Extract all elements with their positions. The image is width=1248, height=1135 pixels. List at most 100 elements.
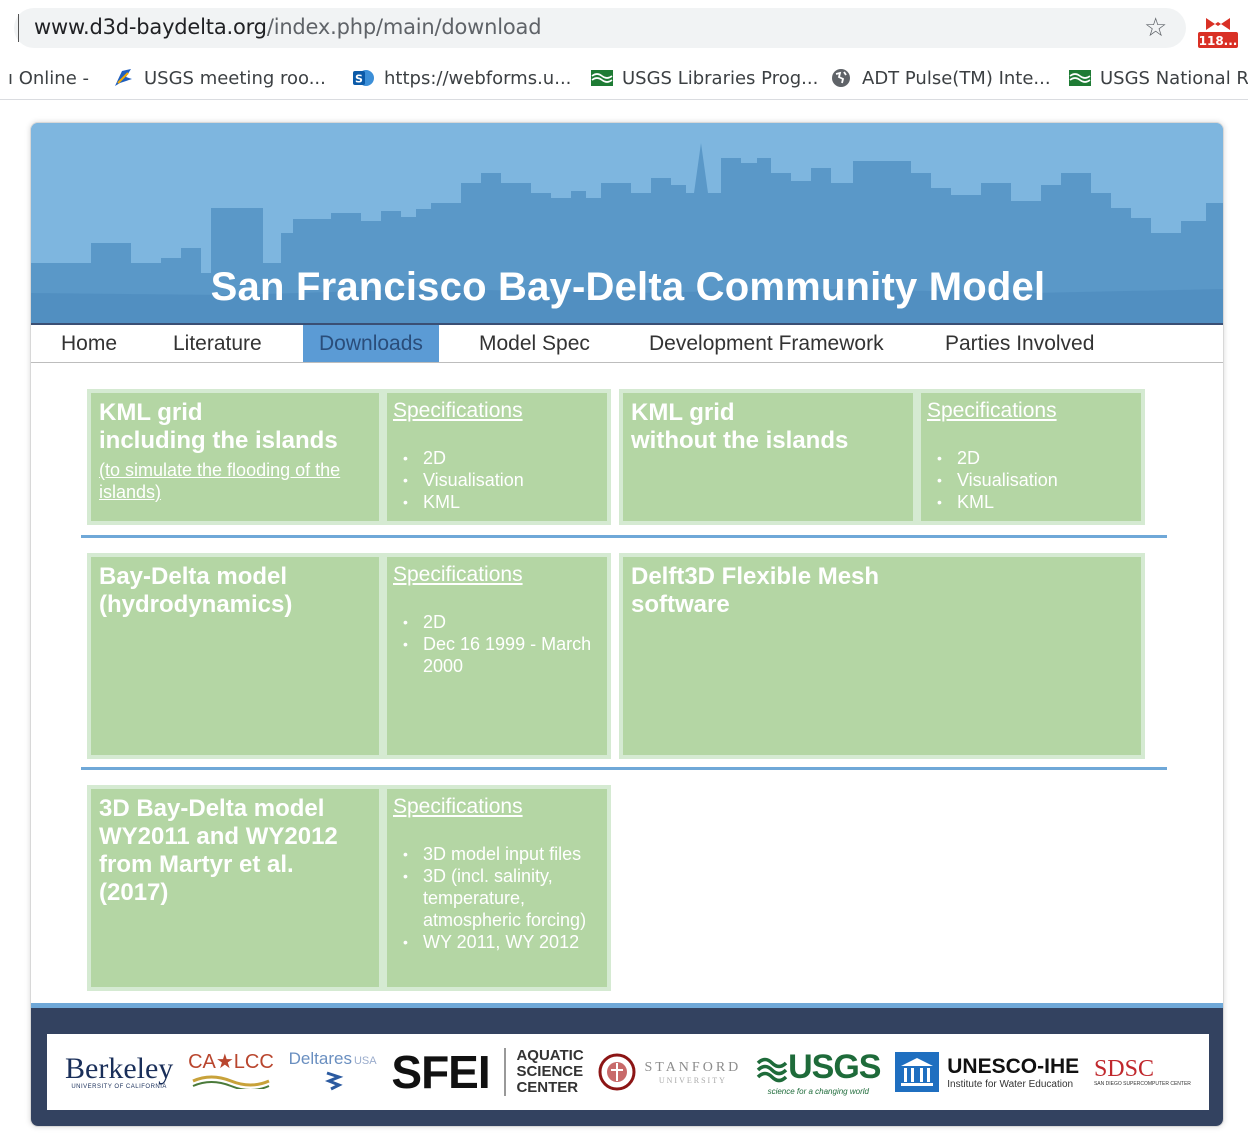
download-title: KML grid without the islands <box>631 399 848 455</box>
spec-item: 2D <box>927 447 1058 469</box>
download-title-line[interactable]: (hydrodynamics) <box>99 591 292 619</box>
spec-item: WY 2011, WY 2012 <box>393 931 609 953</box>
sfei-logo[interactable]: SFEI <box>391 1045 490 1099</box>
specs-kml-islands: Specifications 2D Visualisation KML <box>383 389 611 525</box>
bookmark-webforms[interactable]: S https://webforms.u... <box>352 66 571 90</box>
feather-icon <box>112 67 134 89</box>
spec-item: 3D (incl. salinity, temperature, atmosph… <box>393 865 609 931</box>
spec-item: Visualisation <box>927 469 1058 491</box>
specifications-link[interactable]: Specifications <box>393 399 523 423</box>
calcc-wordmark: CA★LCC <box>188 1050 274 1073</box>
sdsc-logo[interactable]: SDSC SAN DIEGO SUPERCOMPUTER CENTER <box>1094 1057 1191 1087</box>
spec-item: KML <box>927 491 1058 513</box>
bookmark-online[interactable]: ı Online - <box>8 66 89 90</box>
download-title-line[interactable]: KML grid <box>631 399 848 427</box>
site-title: San Francisco Bay-Delta Community Model <box>210 265 1046 309</box>
sdsc-wordmark: SDSC <box>1093 1056 1154 1082</box>
partner-logos: Berkeley UNIVERSITY OF CALIFORNIA CA★LCC… <box>47 1034 1209 1110</box>
download-title-line[interactable]: (2017) <box>99 879 338 907</box>
stanford-wordmark: STANFORD <box>644 1059 742 1075</box>
download-title-line[interactable]: WY2011 and WY2012 <box>99 823 338 851</box>
download-title-line[interactable]: including the islands <box>99 427 361 455</box>
spec-item: 2D <box>393 611 611 633</box>
deltares-mark-icon <box>324 1071 343 1090</box>
nav-literature[interactable]: Literature <box>157 325 278 362</box>
nav-model-spec[interactable]: Model Spec <box>463 325 606 362</box>
globe-icon <box>830 67 852 89</box>
unesco-temple-icon <box>895 1052 940 1092</box>
footer: Berkeley UNIVERSITY OF CALIFORNIA CA★LCC… <box>31 1003 1223 1126</box>
specs-baydelta-hydro: Specifications 2D Dec 16 1999 - March 20… <box>383 553 611 759</box>
unesco-ihe-logo[interactable]: UNESCO-IHE Institute for Water Education <box>895 1052 1079 1092</box>
specifications-link[interactable]: Specifications <box>393 795 523 819</box>
deltares-usa: USA <box>353 1054 377 1067</box>
spec-item: KML <box>393 491 524 513</box>
calcc-wave-icon <box>192 1075 270 1091</box>
nav-downloads[interactable]: Downloads <box>303 325 439 362</box>
download-title-line[interactable]: Bay-Delta model <box>99 563 292 591</box>
bookmark-adt-pulse[interactable]: ADT Pulse(TM) Inte... <box>830 66 1051 90</box>
berkeley-logo[interactable]: Berkeley UNIVERSITY OF CALIFORNIA <box>65 1054 173 1091</box>
unesco-wordmark: UNESCO-IHE <box>947 1054 1080 1078</box>
usgs-tagline: science for a changing world <box>767 1087 869 1096</box>
nav-parties-involved[interactable]: Parties Involved <box>929 325 1110 362</box>
row-divider <box>81 767 1167 770</box>
aquatic-science-center-logo[interactable]: AQUATIC SCIENCE CENTER <box>504 1048 584 1096</box>
text-cursor <box>18 14 19 42</box>
bookmark-label: ADT Pulse(TM) Inte... <box>862 67 1051 89</box>
download-title-line[interactable]: Delft3D Flexible Mesh <box>631 563 879 591</box>
bookmark-usgs-meeting[interactable]: USGS meeting roo... <box>112 66 326 90</box>
asc-line: SCIENCE <box>516 1063 584 1080</box>
bookmark-usgs-national[interactable]: USGS National R <box>1068 66 1248 90</box>
usgs-wordmark: USGS <box>788 1048 881 1086</box>
download-baydelta-3d: 3D Bay-Delta model WY2011 and WY2012 fro… <box>87 785 383 991</box>
download-delft3d-fm: Delft3D Flexible Mesh software <box>619 553 1145 759</box>
bookmark-label: USGS meeting roo... <box>144 67 326 89</box>
specs-baydelta-3d: Specifications 3D model input files 3D (… <box>383 785 611 991</box>
unesco-subtitle: Institute for Water Education <box>947 1078 1074 1090</box>
row-divider <box>81 535 1167 538</box>
site-container: San Francisco Bay-Delta Community Model … <box>30 122 1224 1127</box>
bookmark-usgs-libraries[interactable]: USGS Libraries Prog... <box>590 66 818 90</box>
stanford-logo[interactable]: STANFORD UNIVERSITY <box>598 1053 741 1091</box>
url-domain: www.d3d-baydelta.org <box>34 15 267 39</box>
spec-list: 2D Dec 16 1999 - March 2000 <box>393 611 611 677</box>
specs-kml-no-islands: Specifications 2D Visualisation KML <box>917 389 1145 525</box>
url-text[interactable]: www.d3d-baydelta.org/index.php/main/down… <box>34 15 542 39</box>
nav-home[interactable]: Home <box>45 325 133 362</box>
spec-item: 2D <box>393 447 524 469</box>
specifications-link[interactable]: Specifications <box>927 399 1057 423</box>
gmail-badge-count: 118... <box>1199 34 1238 48</box>
download-title-line[interactable]: software <box>631 591 879 619</box>
url-path: /index.php/main/download <box>266 15 542 39</box>
spec-list: 2D Visualisation KML <box>927 447 1058 513</box>
gmail-icon[interactable]: 118... <box>1196 14 1240 50</box>
usgs-logo[interactable]: USGS science for a changing world <box>756 1048 881 1096</box>
bookmark-label: ı Online - <box>8 67 89 89</box>
stanford-seal-icon <box>598 1053 636 1091</box>
download-kml-islands: KML grid including the islands (to simul… <box>87 389 383 525</box>
download-title-line[interactable]: KML grid <box>99 399 361 427</box>
download-baydelta-hydro: Bay-Delta model (hydrodynamics) <box>87 553 383 759</box>
bookmark-label: https://webforms.u... <box>384 67 572 89</box>
download-title-line[interactable]: 3D Bay-Delta model <box>99 795 338 823</box>
download-title-line[interactable]: from Martyr et al. <box>99 851 338 879</box>
specifications-link[interactable]: Specifications <box>393 563 523 587</box>
nav-development-framework[interactable]: Development Framework <box>633 325 900 362</box>
download-title-line[interactable]: without the islands <box>631 427 848 455</box>
header-banner: San Francisco Bay-Delta Community Model <box>31 123 1223 323</box>
flooding-note-link[interactable]: (to simulate the flooding of the islands… <box>99 459 361 503</box>
usgs-wave-icon <box>756 1057 788 1082</box>
bookmark-label: USGS National R <box>1100 67 1248 89</box>
asc-line: CENTER <box>516 1079 579 1096</box>
spec-item: Visualisation <box>393 469 524 491</box>
spec-list: 3D model input files 3D (incl. salinity,… <box>393 843 609 953</box>
sharepoint-icon: S <box>352 67 374 89</box>
bookmark-star-icon[interactable]: ☆ <box>1144 13 1167 41</box>
download-title: 3D Bay-Delta model WY2011 and WY2012 fro… <box>99 795 338 907</box>
download-title: Bay-Delta model (hydrodynamics) <box>99 563 292 619</box>
calcc-logo[interactable]: CA★LCC <box>188 1051 274 1094</box>
usgs-icon <box>1068 67 1091 89</box>
svg-text:S: S <box>355 73 363 86</box>
deltares-logo[interactable]: Deltares USA <box>289 1049 377 1096</box>
